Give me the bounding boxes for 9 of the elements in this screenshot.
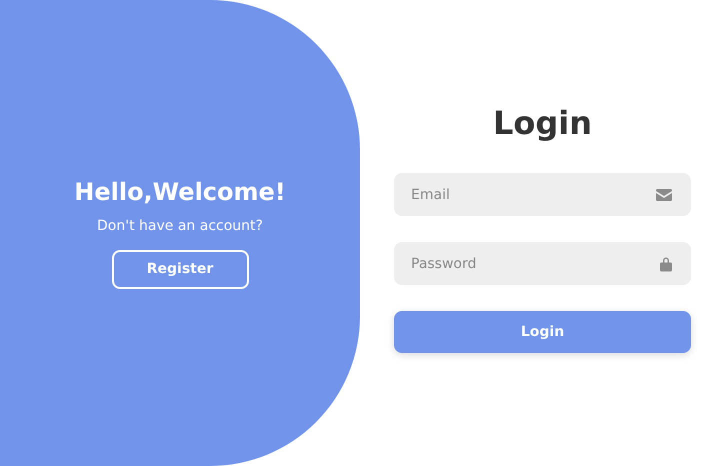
login-title: Login: [492, 103, 592, 143]
welcome-title: Hello,Welcome!: [74, 178, 286, 206]
register-button[interactable]: Register: [112, 250, 248, 288]
password-field[interactable]: Password: [394, 242, 691, 285]
envelope-icon: [656, 188, 672, 200]
login-button[interactable]: Login: [394, 311, 691, 353]
lock-icon: [660, 256, 672, 271]
account-prompt: Don't have an account?: [97, 218, 263, 234]
email-field[interactable]: Email: [394, 173, 691, 216]
